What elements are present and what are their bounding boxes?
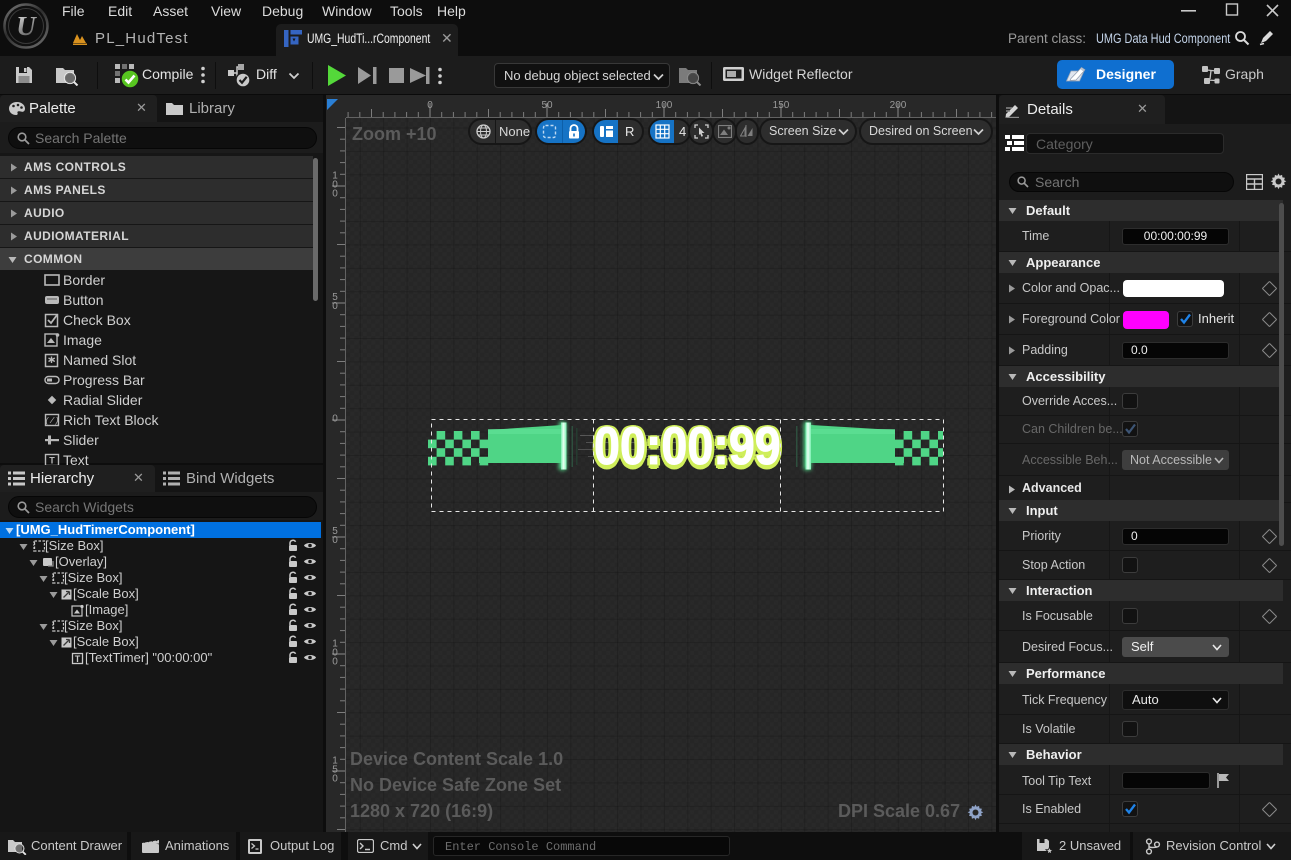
- svg-text:U: U: [16, 11, 37, 41]
- svg-text:0: 0: [332, 774, 338, 785]
- svg-text:0: 0: [332, 414, 338, 425]
- svg-text:150: 150: [773, 100, 790, 111]
- svg-text:0: 0: [427, 100, 433, 111]
- svg-text:T: T: [75, 654, 81, 664]
- svg-text:0: 0: [332, 189, 338, 200]
- svg-text:0: 0: [332, 657, 338, 668]
- svg-text:0: 0: [332, 535, 338, 546]
- svg-text:T: T: [49, 456, 55, 466]
- svg-text:0: 0: [332, 301, 338, 312]
- svg-text:50: 50: [541, 100, 553, 111]
- svg-text:200: 200: [890, 100, 907, 111]
- svg-text:(/): (/): [45, 417, 59, 426]
- svg-text:100: 100: [656, 100, 673, 111]
